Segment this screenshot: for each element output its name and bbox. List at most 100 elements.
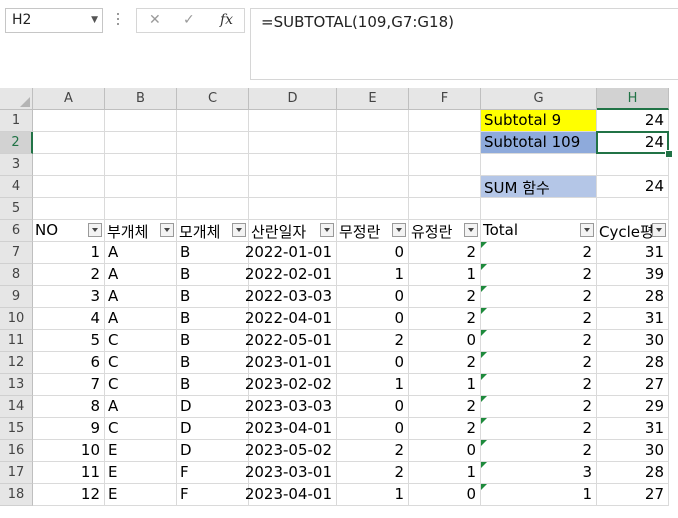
row-header-14[interactable]: 14 bbox=[0, 396, 33, 418]
cell-a4[interactable] bbox=[33, 176, 105, 198]
column-header-h[interactable]: H bbox=[597, 88, 669, 110]
row-header-17[interactable]: 17 bbox=[0, 462, 33, 484]
row-header-1[interactable]: 1 bbox=[0, 110, 33, 132]
table-cell[interactable]: 2023-02-02 bbox=[245, 374, 337, 396]
table-header-1[interactable]: NO bbox=[33, 220, 105, 242]
table-cell[interactable]: 0 bbox=[337, 286, 409, 308]
column-header-g[interactable]: G bbox=[481, 88, 597, 110]
column-header-f[interactable]: F bbox=[409, 88, 481, 110]
table-cell[interactable]: F bbox=[177, 462, 249, 484]
row-header-6[interactable]: 6 bbox=[0, 220, 33, 242]
table-cell[interactable]: 2 bbox=[481, 264, 597, 286]
cell-b5[interactable] bbox=[105, 198, 177, 220]
row-header-7[interactable]: 7 bbox=[0, 242, 33, 264]
table-cell[interactable]: C bbox=[105, 418, 177, 440]
table-cell[interactable]: 2023-03-01 bbox=[245, 462, 337, 484]
cell-b3[interactable] bbox=[105, 154, 177, 176]
row-header-2[interactable]: 2 bbox=[0, 132, 33, 154]
cell-e4[interactable] bbox=[337, 176, 409, 198]
row-header-13[interactable]: 13 bbox=[0, 374, 33, 396]
cell-h5[interactable] bbox=[597, 198, 669, 220]
cell-b2[interactable] bbox=[105, 132, 177, 154]
table-cell[interactable]: E bbox=[105, 462, 177, 484]
row-header-12[interactable]: 12 bbox=[0, 352, 33, 374]
table-cell[interactable]: 12 bbox=[33, 484, 105, 506]
table-cell[interactable]: D bbox=[177, 440, 249, 462]
row-header-3[interactable]: 3 bbox=[0, 154, 33, 176]
cell-c5[interactable] bbox=[177, 198, 249, 220]
table-cell[interactable]: 0 bbox=[337, 242, 409, 264]
cell-c2[interactable] bbox=[177, 132, 249, 154]
table-cell[interactable]: 31 bbox=[597, 418, 669, 440]
row-header-8[interactable]: 8 bbox=[0, 264, 33, 286]
table-cell[interactable]: 2023-04-01 bbox=[245, 418, 337, 440]
cell-c4[interactable] bbox=[177, 176, 249, 198]
filter-dropdown-icon[interactable] bbox=[232, 223, 246, 237]
table-cell[interactable]: 10 bbox=[33, 440, 105, 462]
table-header-6[interactable]: 유정란 bbox=[409, 220, 481, 242]
name-box[interactable]: H2 ▼ bbox=[5, 8, 103, 33]
table-cell[interactable]: E bbox=[105, 484, 177, 506]
table-cell[interactable]: 0 bbox=[337, 418, 409, 440]
table-cell[interactable]: A bbox=[105, 264, 177, 286]
table-cell[interactable]: F bbox=[177, 484, 249, 506]
cell-f1[interactable] bbox=[409, 110, 481, 132]
cell-f4[interactable] bbox=[409, 176, 481, 198]
cell-h3[interactable] bbox=[597, 154, 669, 176]
table-cell[interactable]: D bbox=[177, 418, 249, 440]
splitter-handle[interactable] bbox=[117, 10, 120, 32]
table-cell[interactable]: A bbox=[105, 396, 177, 418]
table-cell[interactable]: 6 bbox=[33, 352, 105, 374]
table-cell[interactable]: 9 bbox=[33, 418, 105, 440]
table-cell[interactable]: 2023-01-01 bbox=[245, 352, 337, 374]
table-cell[interactable]: B bbox=[177, 352, 249, 374]
formula-input[interactable]: =SUBTOTAL(109,G7:G18) bbox=[250, 8, 678, 80]
subtotal-109-label[interactable]: Subtotal 109 bbox=[481, 132, 597, 154]
cell-a3[interactable] bbox=[33, 154, 105, 176]
row-header-10[interactable]: 10 bbox=[0, 308, 33, 330]
table-cell[interactable]: 2 bbox=[409, 352, 481, 374]
table-cell[interactable]: 1 bbox=[337, 484, 409, 506]
table-cell[interactable]: 1 bbox=[409, 374, 481, 396]
table-cell[interactable]: 2 bbox=[481, 418, 597, 440]
table-cell[interactable]: 8 bbox=[33, 396, 105, 418]
table-cell[interactable]: 2 bbox=[481, 286, 597, 308]
table-cell[interactable]: B bbox=[177, 374, 249, 396]
table-cell[interactable]: 2 bbox=[409, 418, 481, 440]
table-cell[interactable]: 0 bbox=[409, 330, 481, 352]
table-cell[interactable]: 2022-03-03 bbox=[245, 286, 337, 308]
table-cell[interactable]: 2 bbox=[409, 396, 481, 418]
chevron-down-icon[interactable]: ▼ bbox=[91, 15, 98, 25]
table-cell[interactable]: 11 bbox=[33, 462, 105, 484]
column-header-e[interactable]: E bbox=[337, 88, 409, 110]
table-cell[interactable]: B bbox=[177, 242, 249, 264]
cell-e5[interactable] bbox=[337, 198, 409, 220]
column-header-c[interactable]: C bbox=[177, 88, 249, 110]
cell-c3[interactable] bbox=[177, 154, 249, 176]
table-cell[interactable]: 2 bbox=[337, 440, 409, 462]
filter-dropdown-icon[interactable] bbox=[392, 223, 406, 237]
cell-e3[interactable] bbox=[337, 154, 409, 176]
enter-icon[interactable]: ✓ bbox=[183, 12, 195, 28]
table-cell[interactable]: 2 bbox=[481, 396, 597, 418]
table-cell[interactable]: 1 bbox=[409, 264, 481, 286]
table-cell[interactable]: 30 bbox=[597, 330, 669, 352]
cell-d5[interactable] bbox=[249, 198, 337, 220]
table-cell[interactable]: 2 bbox=[481, 308, 597, 330]
table-cell[interactable]: A bbox=[105, 286, 177, 308]
table-cell[interactable]: 2 bbox=[409, 286, 481, 308]
table-cell[interactable]: 7 bbox=[33, 374, 105, 396]
cell-d3[interactable] bbox=[249, 154, 337, 176]
table-cell[interactable]: 0 bbox=[337, 308, 409, 330]
row-header-4[interactable]: 4 bbox=[0, 176, 33, 198]
subtotal-9-label[interactable]: Subtotal 9 bbox=[481, 110, 597, 132]
row-header-11[interactable]: 11 bbox=[0, 330, 33, 352]
row-header-18[interactable]: 18 bbox=[0, 484, 33, 506]
cell-a1[interactable] bbox=[33, 110, 105, 132]
table-cell[interactable]: 27 bbox=[597, 374, 669, 396]
table-cell[interactable]: 2022-02-01 bbox=[245, 264, 337, 286]
table-cell[interactable]: 2 bbox=[481, 440, 597, 462]
table-cell[interactable]: 2 bbox=[481, 330, 597, 352]
table-cell[interactable]: 1 bbox=[337, 374, 409, 396]
table-cell[interactable]: 2022-01-01 bbox=[245, 242, 337, 264]
